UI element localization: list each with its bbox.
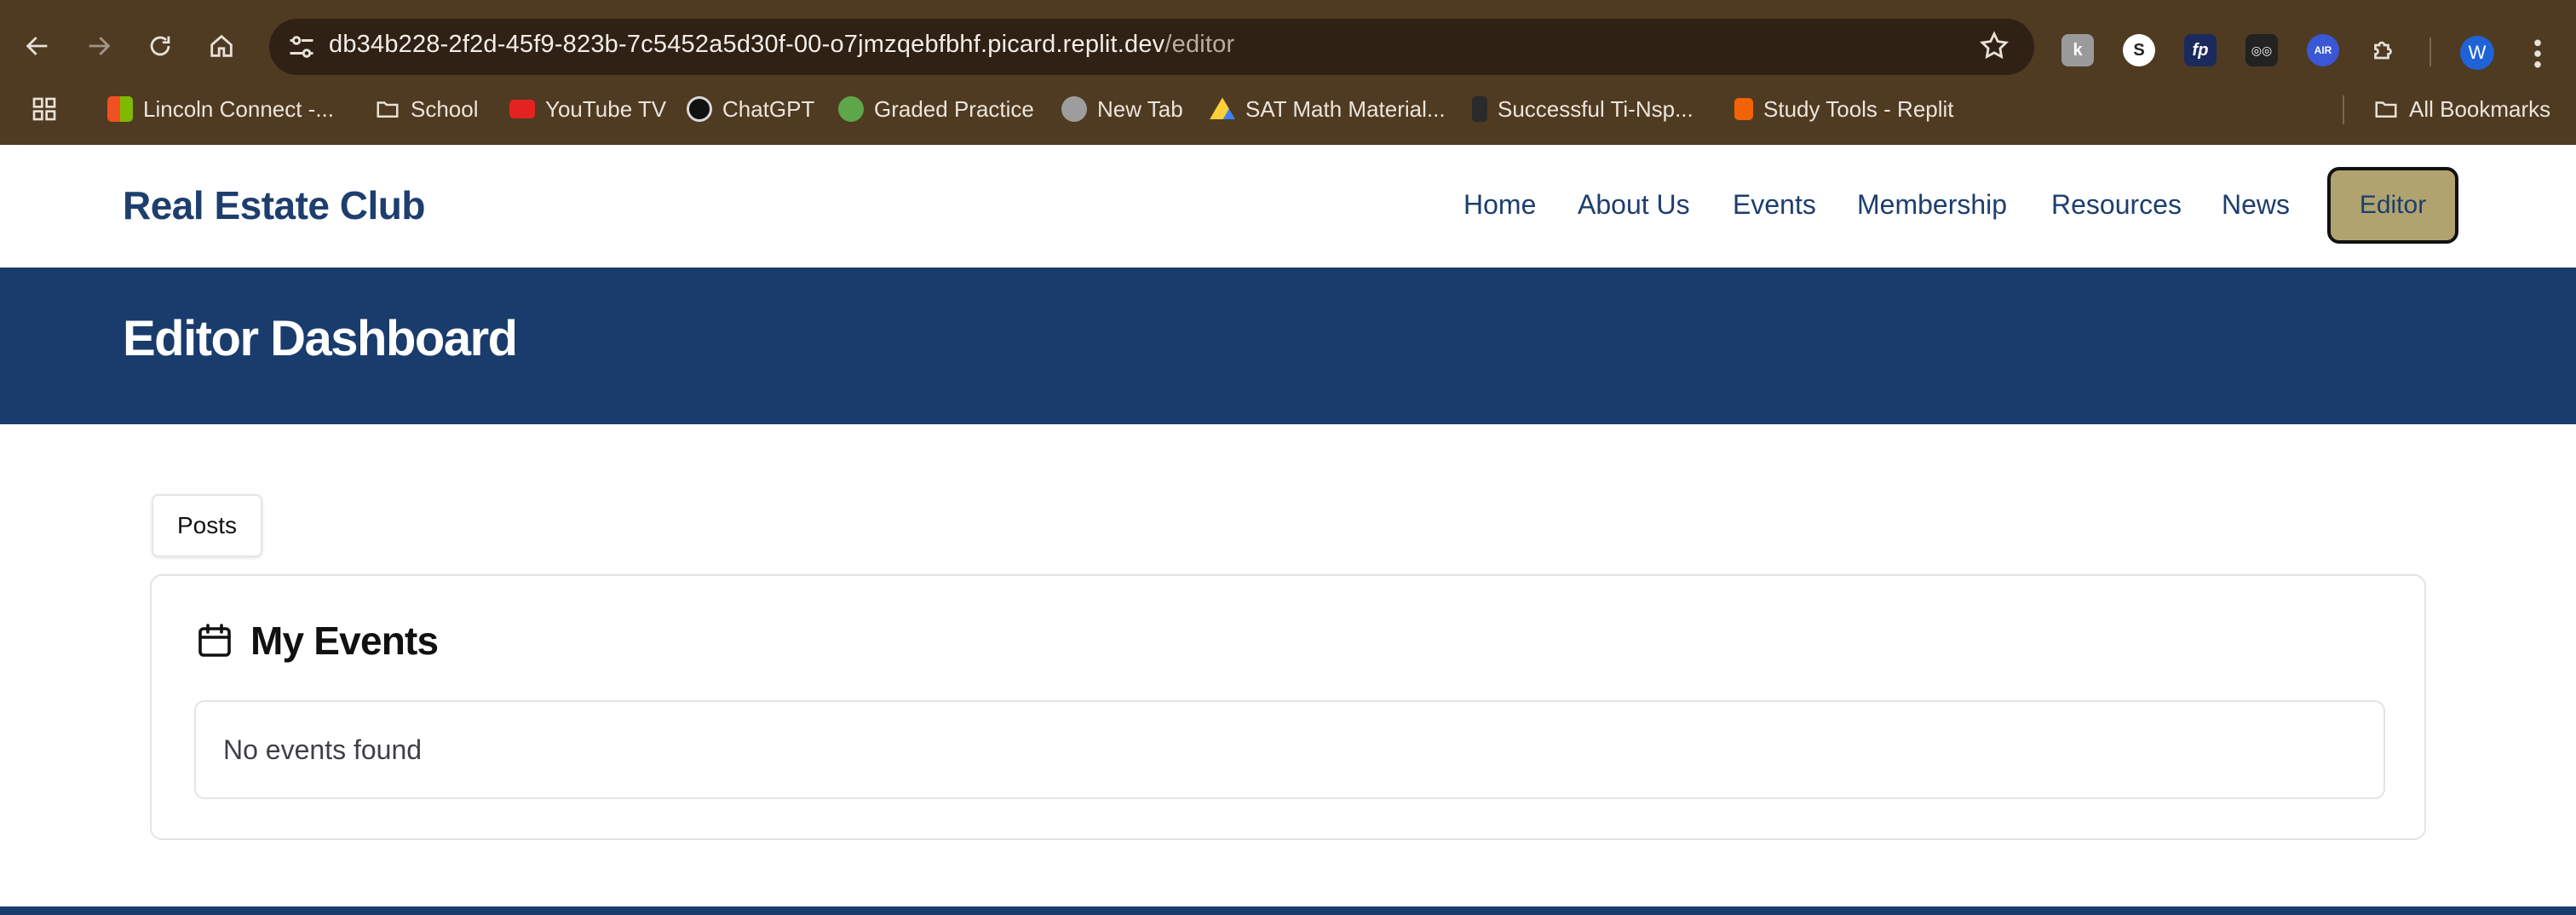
editor-button[interactable]: Editor [2327,167,2458,244]
drive-icon [1210,97,1235,119]
bookmark-item[interactable]: Successful Ti-Nsp... [1472,89,1693,129]
browser-toolbar: db34b228-2f2d-45f9-823b-7c5452a5d30f-00-… [0,7,2576,85]
bookmark-item[interactable]: Lincoln Connect -... [107,89,334,129]
chatgpt-icon [687,96,712,122]
bookmark-item[interactable]: School [375,89,479,129]
bookmark-label: Successful Ti-Nsp... [1498,95,1693,122]
bookmark-item[interactable]: SAT Math Material... [1210,89,1446,129]
my-events-card: My Events No events found [150,574,2426,840]
globe-icon [1061,96,1087,122]
profile-avatar[interactable]: W [2460,36,2494,70]
bookmark-label: New Tab [1097,95,1183,122]
youtube-icon [509,100,535,118]
nav-resources[interactable]: Resources [2051,189,2182,221]
bookmark-label: ChatGPT [722,95,815,122]
all-bookmarks-label: All Bookmarks [2409,95,2551,122]
fp-extension-icon[interactable]: fp [2184,34,2217,66]
bookmark-label: Graded Practice [874,95,1034,122]
page-title: Editor Dashboard [123,311,518,366]
calendar-icon [198,624,231,657]
bookmark-item[interactable]: ChatGPT [687,89,814,129]
nav-about-us[interactable]: About Us [1578,189,1690,221]
site-settings-icon[interactable] [286,32,317,62]
nav-news[interactable]: News [2222,189,2290,221]
folder-icon [377,101,399,118]
browser-chrome: db34b228-2f2d-45f9-823b-7c5452a5d30f-00-… [0,0,2576,145]
nav-events[interactable]: Events [1733,189,1816,221]
empty-state: No events found [194,700,2385,799]
folder-icon [2375,101,2397,118]
nav-membership[interactable]: Membership [1857,189,2007,221]
calculator-icon [1472,96,1487,122]
bookmark-label: Lincoln Connect -... [143,95,335,122]
bookmark-item[interactable]: New Tab [1061,89,1183,129]
bookmark-label: SAT Math Material... [1245,95,1446,122]
all-bookmarks[interactable]: All Bookmarks [2373,89,2550,129]
browser-menu-icon[interactable] [2525,37,2550,70]
apps-grid-icon[interactable] [31,89,58,129]
bookmarks-divider [2343,95,2344,124]
glasses-extension-icon[interactable]: ◎◎ [2245,34,2278,66]
toolbar-divider [2429,37,2431,66]
back-icon[interactable] [17,26,58,66]
reload-icon[interactable] [140,26,181,66]
nav-home[interactable]: Home [1463,189,1536,221]
url-text[interactable]: db34b228-2f2d-45f9-823b-7c5452a5d30f-00-… [329,31,1234,59]
forward-icon[interactable] [78,26,119,66]
bookmarks-bar: Lincoln Connect -... School YouTube TV C… [0,89,2576,129]
tab-posts[interactable]: Posts [152,494,262,557]
bookmark-label: YouTube TV [545,95,667,122]
site-brand[interactable]: Real Estate Club [123,182,426,228]
extensions-puzzle-icon[interactable] [2368,34,2401,66]
bookmark-item[interactable]: YouTube TV [509,89,666,129]
microsoft-icon [107,96,133,122]
frog-icon [838,96,864,122]
s-extension-icon[interactable]: S [2123,34,2155,66]
bookmark-label: School [411,95,479,122]
bookmark-item[interactable]: Graded Practice [838,89,1034,129]
address-bar[interactable]: db34b228-2f2d-45f9-823b-7c5452a5d30f-00-… [269,19,2034,75]
bookmark-item[interactable]: Study Tools - Replit [1734,89,1954,129]
home-icon[interactable] [201,26,242,66]
k-extension-icon[interactable]: k [2061,34,2094,66]
empty-message: No events found [223,734,423,765]
footer-strip [0,906,2576,915]
bookmark-label: Study Tools - Replit [1763,95,1954,122]
card-header: My Events [194,615,439,666]
air-extension-icon[interactable]: AIR [2307,34,2339,66]
card-title: My Events [250,619,439,663]
hero-banner: Editor Dashboard [0,268,2576,424]
replit-icon [1734,98,1753,120]
bookmark-star-icon[interactable] [1978,30,2010,62]
site-header: Real Estate Club Home About Us Events Me… [0,145,2576,268]
